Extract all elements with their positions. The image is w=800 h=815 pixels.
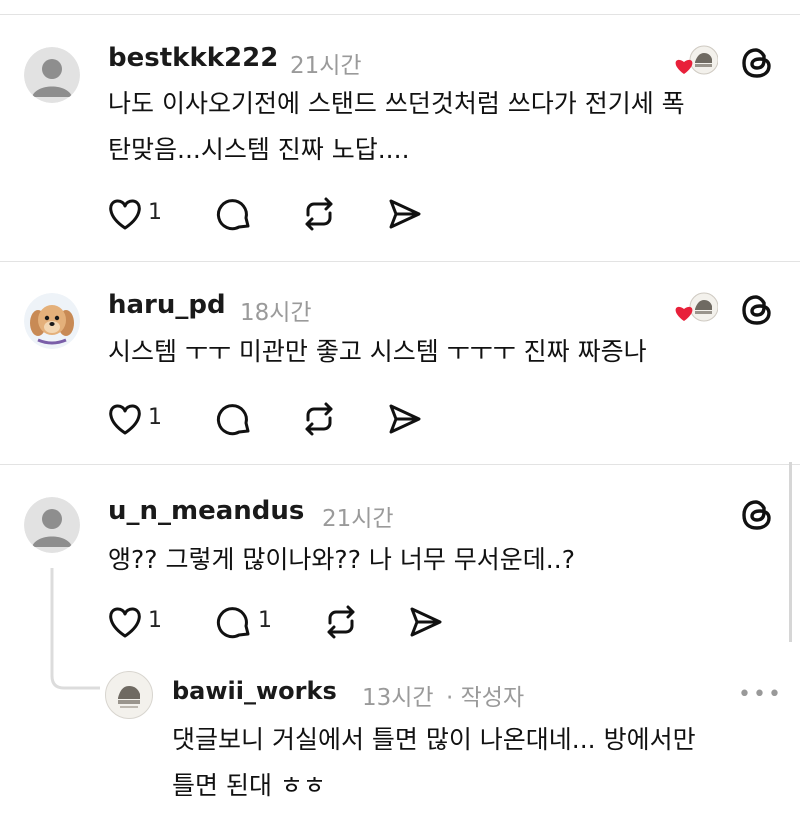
share-icon[interactable] xyxy=(387,402,423,436)
default-avatar[interactable] xyxy=(24,497,80,553)
brand-avatar[interactable] xyxy=(105,671,153,719)
author-badge: · 작성자 xyxy=(446,685,525,711)
username[interactable]: bawii_works xyxy=(172,677,337,705)
reply-count: 1 xyxy=(258,608,272,633)
divider xyxy=(0,261,800,262)
comment-icon[interactable] xyxy=(215,196,253,234)
username[interactable]: haru_pd xyxy=(108,290,226,320)
threads-logo-icon[interactable] xyxy=(740,292,774,332)
author-liked-badge xyxy=(674,44,719,80)
divider xyxy=(0,464,800,465)
timestamp: 13시간 xyxy=(362,685,434,711)
like-count: 1 xyxy=(148,200,162,225)
reply-text-line: 댓글보니 거실에서 틀면 많이 나온대네... 방에서만 xyxy=(172,725,696,754)
share-icon[interactable] xyxy=(408,605,444,639)
username[interactable]: u_n_meandus xyxy=(108,496,304,526)
repost-icon[interactable] xyxy=(322,603,360,641)
more-options-icon[interactable]: ••• xyxy=(738,682,783,707)
comment-text-line: 나도 이사오기전에 스탠드 쓰던것처럼 쓰다가 전기세 폭 xyxy=(108,89,685,118)
repost-icon[interactable] xyxy=(300,195,338,233)
comment-text-line: 시스템 ㅜㅜ 미관만 좋고 시스템 ㅜㅜㅜ 진짜 짜증나 xyxy=(108,337,647,366)
repost-icon[interactable] xyxy=(300,400,338,438)
reply-text-line: 틀면 된대 ㅎㅎ xyxy=(172,771,326,800)
comment-text-line: 앵?? 그렇게 많이나와?? 나 너무 무서운데..? xyxy=(108,545,575,574)
timestamp: 18시간 xyxy=(240,300,312,326)
scrollbar[interactable] xyxy=(789,462,792,642)
threads-logo-icon[interactable] xyxy=(740,497,774,537)
timestamp: 21시간 xyxy=(322,506,394,532)
comment-icon[interactable] xyxy=(215,604,253,642)
comment-text-line: 탄맞음...시스템 진짜 노답.... xyxy=(108,135,410,164)
heart-icon[interactable] xyxy=(105,401,145,437)
threads-logo-icon[interactable] xyxy=(740,45,774,85)
author-liked-badge xyxy=(674,291,719,327)
username[interactable]: bestkkk222 xyxy=(108,43,278,73)
comment-icon[interactable] xyxy=(215,401,253,439)
top-divider xyxy=(0,14,800,15)
dog-avatar[interactable] xyxy=(24,293,80,349)
timestamp: 21시간 xyxy=(290,53,362,79)
share-icon[interactable] xyxy=(387,197,423,231)
default-avatar[interactable] xyxy=(24,47,80,103)
heart-icon[interactable] xyxy=(105,196,145,232)
heart-icon[interactable] xyxy=(105,604,145,640)
like-count: 1 xyxy=(148,405,162,430)
thread-connector-line xyxy=(50,568,100,690)
like-count: 1 xyxy=(148,608,162,633)
